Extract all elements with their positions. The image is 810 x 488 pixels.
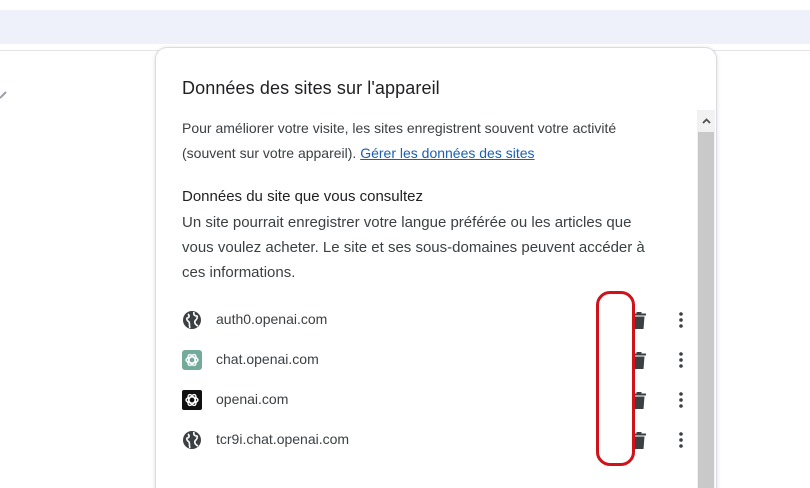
site-name: tcr9i.chat.openai.com — [216, 431, 350, 447]
globe-icon — [182, 310, 202, 330]
dialog-title: Données des sites sur l'appareil — [182, 78, 440, 98]
browser-top-area — [0, 0, 810, 52]
site-name: chat.openai.com — [216, 351, 319, 367]
globe-icon — [182, 430, 202, 450]
scroll-up-button[interactable] — [697, 112, 715, 130]
openai-favicon-green-icon — [182, 350, 202, 370]
scrollbar-thumb[interactable] — [698, 132, 714, 488]
more-options-button[interactable] — [670, 429, 692, 451]
section-title: Données du site que vous consultez — [182, 188, 423, 205]
more-vert-icon — [679, 432, 683, 448]
manage-site-data-link[interactable]: Gérer les données des sites — [360, 145, 534, 161]
annotation-highlight-oval — [596, 291, 635, 466]
more-vert-icon — [679, 392, 683, 408]
openai-favicon-black-icon — [182, 390, 202, 410]
more-options-button[interactable] — [670, 389, 692, 411]
chevron-up-icon — [701, 118, 711, 124]
more-vert-icon — [679, 312, 683, 328]
background-chevron-icon — [0, 91, 7, 99]
more-options-button[interactable] — [670, 309, 692, 331]
more-vert-icon — [679, 352, 683, 368]
site-name: auth0.openai.com — [216, 311, 328, 327]
more-options-button[interactable] — [670, 349, 692, 371]
section-description: Un site pourrait enregistrer votre langu… — [182, 214, 645, 281]
site-name: openai.com — [216, 391, 289, 407]
intro-paragraph: Pour améliorer votre visite, les sites e… — [182, 116, 662, 166]
address-bar-strip[interactable] — [0, 10, 810, 44]
